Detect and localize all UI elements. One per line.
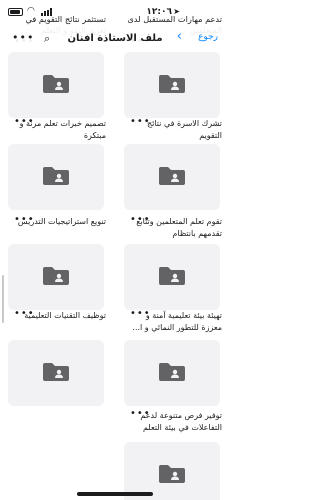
folder-card[interactable]: توفير فرص متنوعة لدعم التفاعلات في بيئة …	[124, 408, 222, 500]
folder-card[interactable]: تقوم تعلم المتعلمين وتتابع تقدمهم بانتظا…	[124, 214, 222, 310]
folder-icon	[43, 267, 69, 285]
more-options-icon[interactable]: •••	[130, 116, 151, 127]
folder-thumbnail[interactable]	[124, 144, 220, 210]
more-options-icon[interactable]: •••	[130, 214, 151, 225]
folder-icon	[43, 167, 69, 185]
folder-icon	[159, 267, 185, 285]
folder-grid: ••••••تشرك الاسرة في نتائج التقويم•••تصم…	[0, 0, 230, 500]
home-indicator[interactable]	[77, 492, 153, 496]
folder-card[interactable]: تشرك الاسرة في نتائج التقويم •••	[124, 116, 222, 210]
more-options-icon[interactable]: •••	[14, 116, 35, 127]
folder-icon	[43, 75, 69, 93]
folder-thumbnail[interactable]	[8, 144, 104, 210]
folder-thumbnail[interactable]	[124, 340, 220, 406]
folder-card[interactable]: توظيف التقنيات التعليمية •••	[8, 308, 106, 406]
folder-thumbnail[interactable]	[124, 244, 220, 310]
more-options-icon[interactable]: •••	[14, 214, 35, 225]
navigation-bar: ‹ رجوع ملف الاستاذة افنان ⌕ •••	[0, 26, 230, 52]
folder-thumbnail[interactable]	[8, 52, 104, 118]
more-options-icon[interactable]: •••	[130, 408, 151, 419]
folder-thumbnail[interactable]	[8, 340, 104, 406]
folder-icon	[159, 363, 185, 381]
folder-icon	[159, 75, 185, 93]
folder-card[interactable]: تصميم خبرات تعلم مرنة و مبتكرة •••	[8, 116, 106, 210]
folder-icon	[159, 167, 185, 185]
more-options-icon[interactable]: •••	[130, 308, 151, 319]
folder-card[interactable]: تنويع استراتيجيات التدريس •••	[8, 214, 106, 310]
folder-thumbnail[interactable]	[124, 52, 220, 118]
folder-icon	[159, 465, 185, 483]
search-icon[interactable]: ⌕	[44, 32, 50, 46]
scroll-indicator[interactable]	[2, 275, 4, 323]
more-icon[interactable]: •••	[12, 31, 34, 44]
page-title: ملف الاستاذة افنان	[67, 33, 163, 44]
folder-thumbnail[interactable]	[8, 244, 104, 310]
folder-icon	[43, 363, 69, 381]
folder-card[interactable]: تهيئة بيئة تعليمية آمنة و معززة للتطور ا…	[124, 308, 222, 406]
more-options-icon[interactable]: •••	[14, 308, 35, 319]
